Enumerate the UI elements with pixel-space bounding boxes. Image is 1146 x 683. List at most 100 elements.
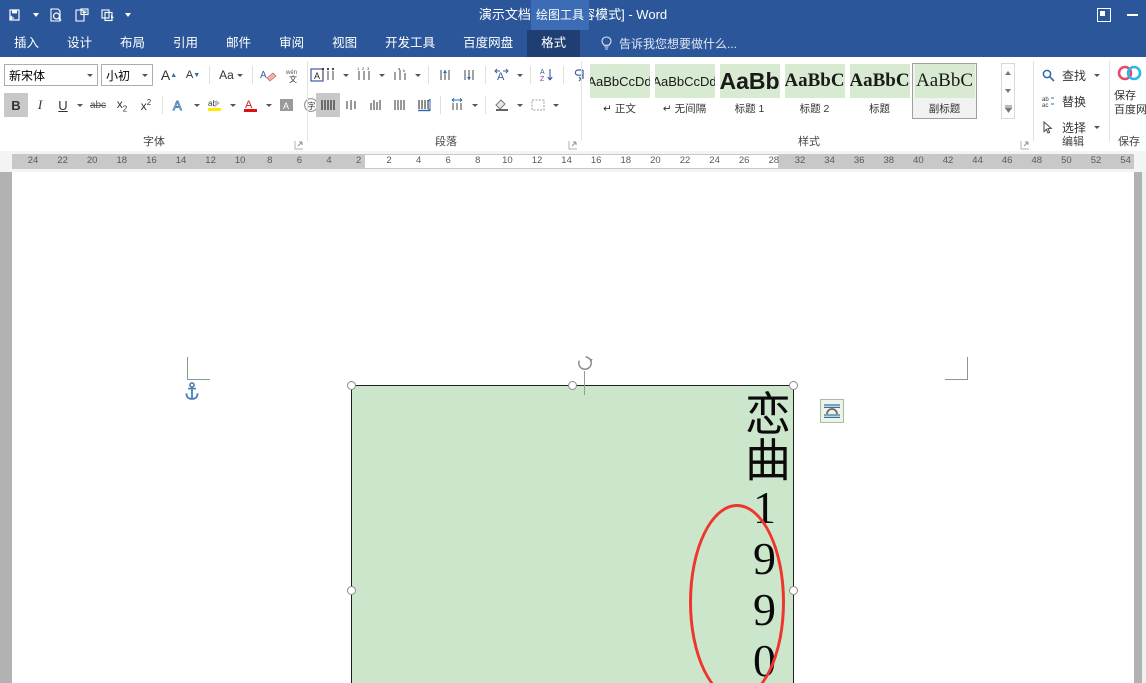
resize-handle-e[interactable]	[789, 586, 798, 595]
phonetic-guide-button[interactable]: wén 文	[281, 63, 305, 87]
style-name: 标题	[869, 103, 890, 115]
style-item-2[interactable]: AaBb 标题 1	[717, 63, 782, 119]
ribbon-display-options-icon[interactable]	[1090, 0, 1118, 30]
bullets-button[interactable]	[316, 63, 340, 87]
align-bottom-button[interactable]	[364, 93, 388, 117]
character-shading-button[interactable]: A	[275, 93, 299, 117]
anchor-icon	[184, 382, 200, 405]
ribbon-tab-5[interactable]: 审阅	[265, 30, 318, 57]
shading-caret-icon[interactable]	[514, 93, 526, 117]
text-direction-button[interactable]: A	[490, 63, 514, 87]
distribute-button[interactable]	[412, 93, 436, 117]
font-color-button[interactable]: A	[239, 93, 263, 117]
style-item-3[interactable]: AaBbC 标题 2	[782, 63, 847, 119]
line-spacing-button[interactable]	[445, 93, 469, 117]
editing-replace-button[interactable]: ab ac 替换	[1042, 89, 1100, 113]
bullets-caret-icon[interactable]	[340, 63, 352, 87]
styles-scroll-up-button[interactable]	[1002, 64, 1014, 82]
select-icon	[1042, 120, 1057, 134]
font-dialog-launcher[interactable]	[294, 137, 304, 150]
horizontal-ruler[interactable]: 24 22 20 18 16 14 12 10 8 6 4 2 2 4 6 8 10 12 14 16 18 20 22 24…	[0, 151, 1146, 173]
ruler-tick-left_numbers-3: 18	[116, 155, 128, 166]
underline-caret-icon[interactable]	[74, 93, 86, 117]
styles-dialog-launcher[interactable]	[1020, 137, 1030, 150]
editing-search-button[interactable]: 查找	[1042, 63, 1101, 87]
shading-button[interactable]	[490, 93, 514, 117]
font-size-combo[interactable]: 小初	[101, 64, 153, 86]
ribbon-tab-1[interactable]: 设计	[53, 30, 106, 57]
change-case-button[interactable]: Aa	[214, 63, 248, 87]
align-top-button[interactable]	[316, 93, 340, 117]
chevron-down-icon[interactable]	[1094, 125, 1101, 129]
divider	[530, 66, 531, 84]
resize-handle-nw[interactable]	[347, 381, 356, 390]
text-effects-caret-icon[interactable]	[191, 93, 203, 117]
numbering-caret-icon[interactable]	[376, 63, 388, 87]
minimize-icon[interactable]	[1118, 0, 1146, 30]
superscript-button[interactable]: x2	[134, 93, 158, 117]
line-spacing-caret-icon[interactable]	[469, 93, 481, 117]
ribbon: 新宋体 小初 A ▲ A ▼ Aa A wén 文 A B I U abc x2…	[0, 57, 1146, 152]
text-effects-button[interactable]: A	[167, 93, 191, 117]
multilevel-caret-icon[interactable]	[412, 63, 424, 87]
bold-button[interactable]: B	[4, 93, 28, 117]
decrease-indent-button[interactable]	[433, 63, 457, 87]
contextual-tab-drawing-tools[interactable]: 绘图工具	[531, 0, 589, 30]
styles-gallery: AaBbCcDd ↵ 正文 AaBbCcDd ↵ 无间隔 AaBb 标题 1 AaBbC 标题…	[587, 63, 977, 119]
resize-handle-n[interactable]	[568, 381, 577, 390]
resize-handle-ne[interactable]	[789, 381, 798, 390]
font-color-caret-icon[interactable]	[263, 93, 275, 117]
style-item-5[interactable]: AaBbC 副标题	[912, 63, 977, 119]
font-name-combo[interactable]: 新宋体	[4, 64, 98, 86]
highlight-caret-icon[interactable]	[227, 93, 239, 117]
rotate-handle-icon[interactable]	[576, 354, 594, 372]
style-item-4[interactable]: AaBbC 标题	[847, 63, 912, 119]
grow-font-button[interactable]: A ▲	[157, 63, 181, 87]
numbering-button[interactable]: 123	[352, 63, 376, 87]
justify-button[interactable]	[388, 93, 412, 117]
ribbon-tab-2[interactable]: 布局	[106, 30, 159, 57]
ruler-tick-left_numbers-7: 10	[234, 155, 246, 166]
clear-formatting-button[interactable]: A	[257, 63, 281, 87]
italic-button[interactable]: I	[28, 93, 52, 117]
subscript-button[interactable]: x2	[110, 93, 134, 117]
ribbon-tab-3[interactable]: 引用	[159, 30, 212, 57]
underline-button[interactable]: U	[52, 93, 74, 117]
increase-indent-button[interactable]	[457, 63, 481, 87]
divider	[162, 96, 163, 114]
paragraph-dialog-launcher[interactable]	[568, 137, 578, 150]
svg-text:1: 1	[357, 67, 360, 71]
styles-more-button[interactable]	[1002, 100, 1014, 118]
borders-caret-icon[interactable]	[550, 93, 562, 117]
ruler-tick-page_numbers-9: 20	[650, 155, 661, 166]
document-page[interactable]: 恋曲1990	[12, 172, 1134, 683]
resize-handle-w[interactable]	[347, 586, 356, 595]
ribbon-tab-4[interactable]: 邮件	[212, 30, 265, 57]
styles-scroll-down-button[interactable]	[1002, 82, 1014, 100]
borders-button[interactable]	[526, 93, 550, 117]
ribbon-tab-0[interactable]: 插入	[0, 30, 53, 57]
divider	[209, 66, 210, 84]
style-item-0[interactable]: AaBbCcDd ↵ 正文	[587, 63, 652, 119]
align-center-button[interactable]	[340, 93, 364, 117]
strikethrough-button[interactable]: abc	[86, 93, 110, 117]
divider	[440, 96, 441, 114]
text-direction-caret-icon[interactable]	[514, 63, 526, 87]
editing-group-label: 编辑	[1062, 136, 1084, 148]
ruler-tick-left_numbers-5: 14	[175, 155, 187, 166]
vertical-scrollbar[interactable]	[1142, 172, 1146, 683]
ribbon-tab-8[interactable]: 百度网盘	[449, 30, 527, 57]
ribbon-tab-9[interactable]: 格式	[527, 30, 581, 57]
shrink-font-button[interactable]: A ▼	[181, 63, 205, 87]
tell-me-box[interactable]: 告诉我您想要做什么...	[600, 30, 737, 57]
text-highlight-button[interactable]: ab	[203, 93, 227, 117]
ribbon-tab-7[interactable]: 开发工具	[371, 30, 449, 57]
sort-button[interactable]: A Z	[535, 63, 559, 87]
multilevel-list-button[interactable]: ab	[388, 63, 412, 87]
baidu-netdisk-group: 保存 百度网 保存	[1112, 57, 1146, 151]
ribbon-tabs: 插入 设计 布局 引用 邮件 审阅 视图 开发工具 百度网盘 格式	[0, 30, 581, 57]
ribbon-tab-6[interactable]: 视图	[318, 30, 371, 57]
layout-options-icon[interactable]	[820, 399, 844, 423]
chevron-down-icon[interactable]	[1094, 73, 1101, 77]
style-item-1[interactable]: AaBbCcDd ↵ 无间隔	[652, 63, 717, 119]
